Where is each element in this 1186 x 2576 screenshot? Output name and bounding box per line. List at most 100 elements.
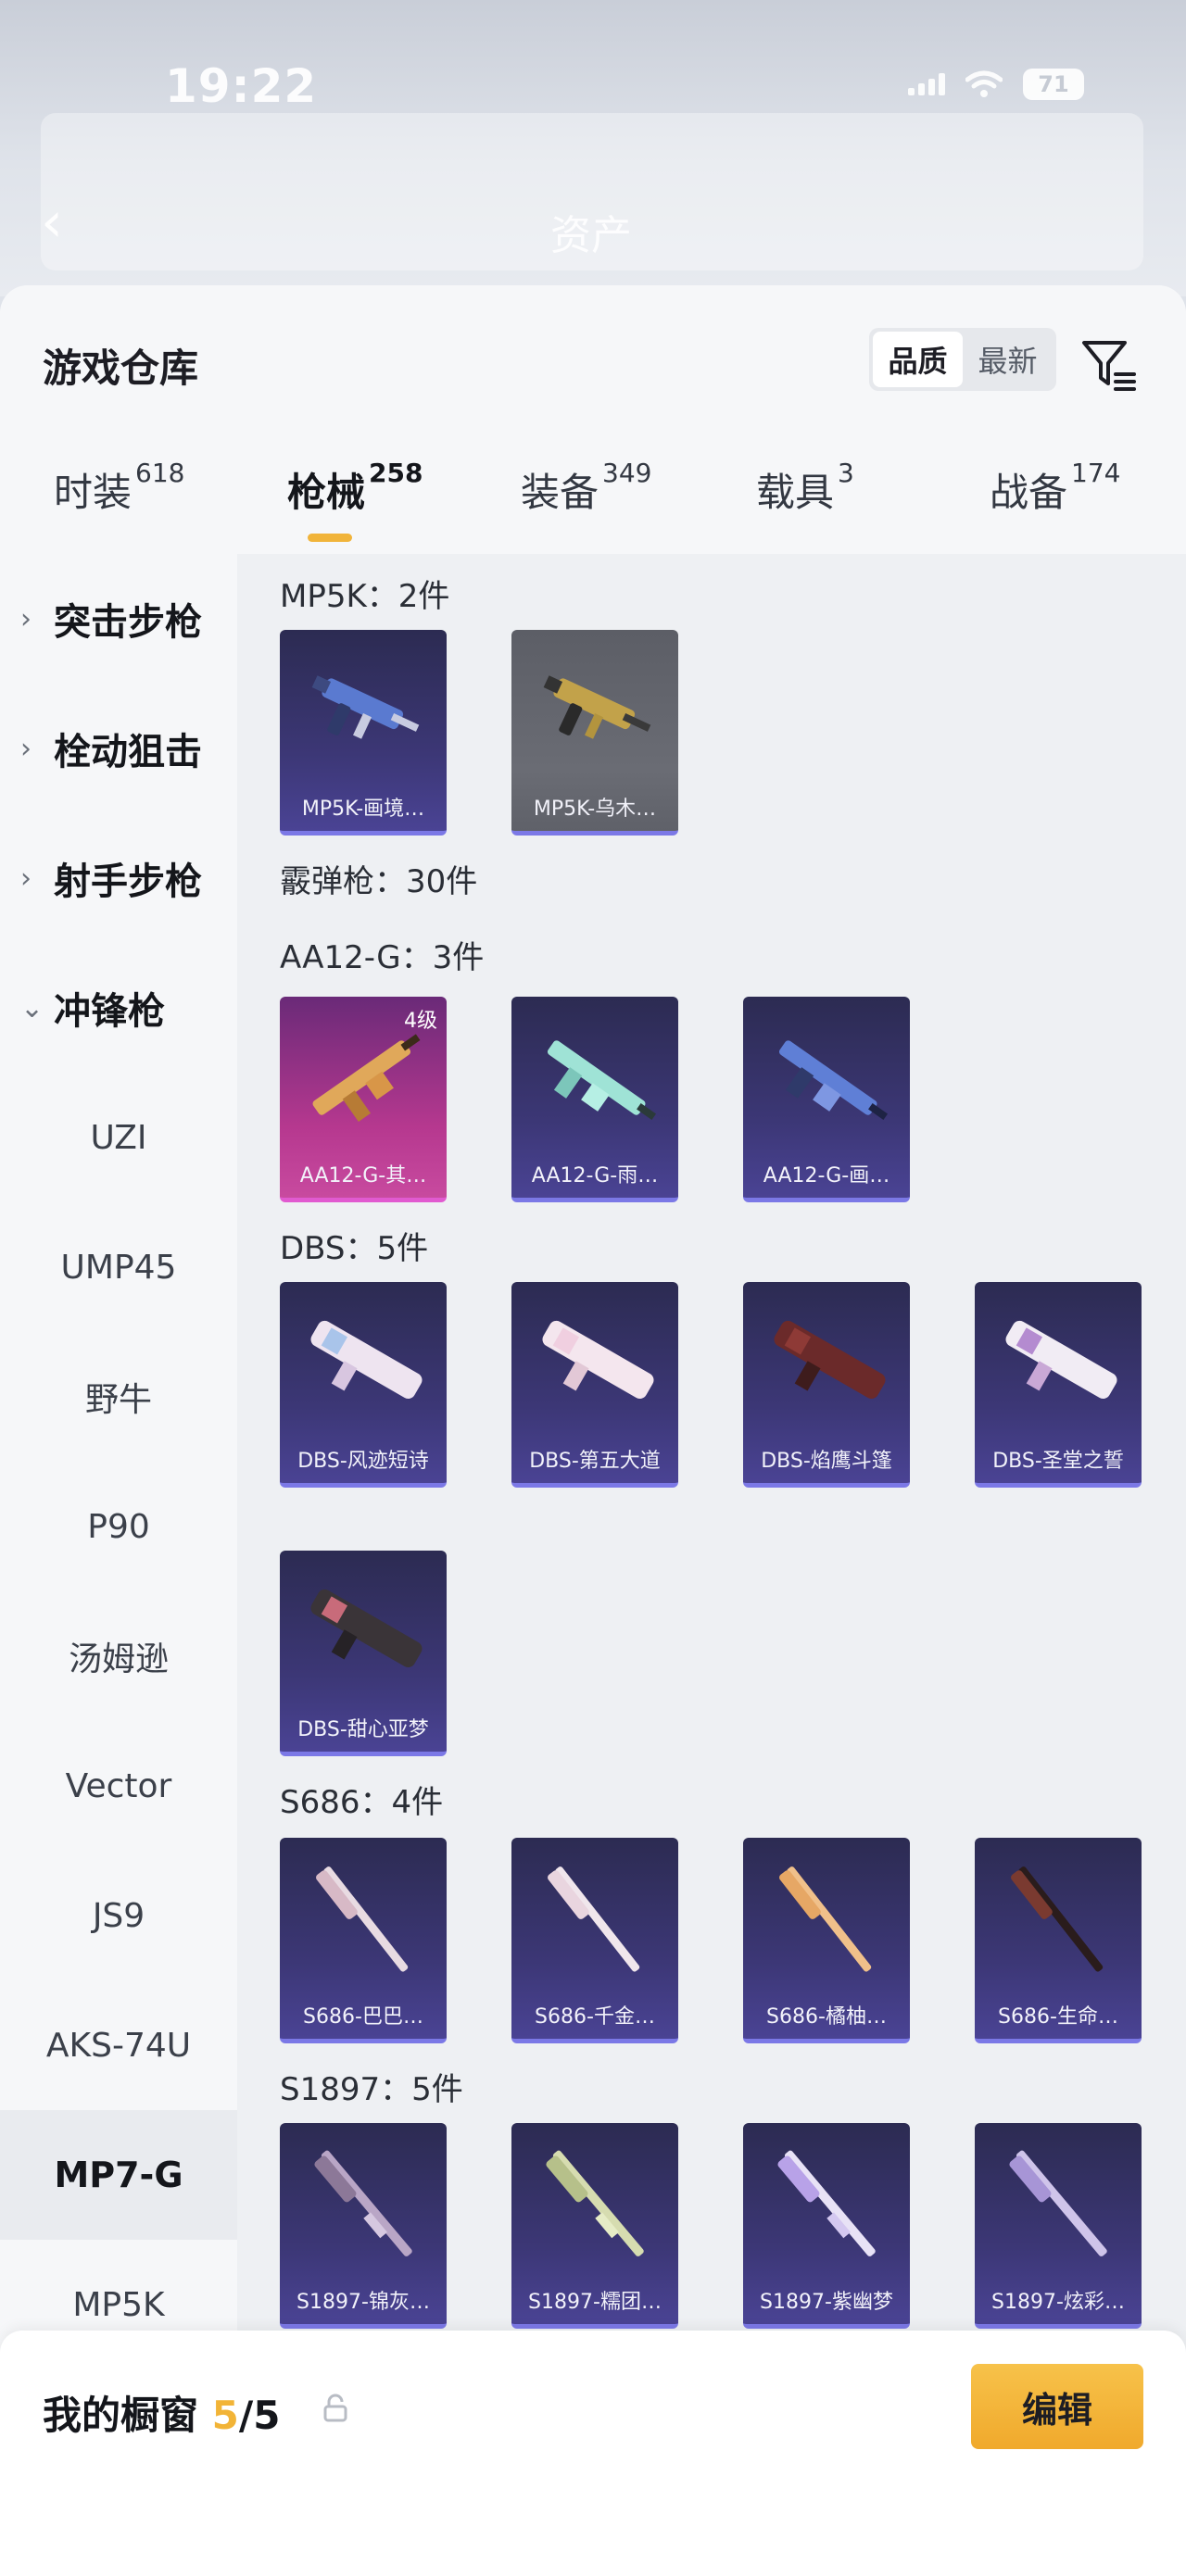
- weapon-name: DBS-焰鹰斗篷: [761, 1450, 892, 1473]
- edit-button[interactable]: 编辑: [971, 2364, 1143, 2449]
- showcase-title: 我的橱窗 5/5: [43, 2384, 280, 2441]
- weapon-name: S1897-糯团…: [528, 2291, 662, 2314]
- sidebar-category-assault-rifles[interactable]: › 突击步枪: [0, 554, 237, 684]
- sort-newest-button[interactable]: 最新: [963, 332, 1053, 387]
- sidebar-item-p90[interactable]: P90: [0, 1462, 237, 1591]
- weapon-grid: MP5K：2件 MP5K-画境… MP5K-乌木… 霰弹枪：30件 AA12-G…: [237, 554, 1186, 2576]
- weapon-card[interactable]: S1897-炫彩…: [975, 2123, 1142, 2329]
- wifi-icon: [965, 70, 1003, 97]
- status-icons: 71: [908, 69, 1084, 100]
- sidebar-item-uzi[interactable]: UZI: [0, 1073, 237, 1202]
- sidebar-item-vector[interactable]: Vector: [0, 1721, 237, 1851]
- bullpup-shotgun-icon: [310, 1320, 423, 1399]
- chevron-down-icon: ⌄: [20, 991, 44, 1024]
- shotgun-icon: [547, 1040, 657, 1121]
- weapon-name: S686-巴巴…: [303, 2005, 423, 2029]
- weapon-card[interactable]: S686-橘柚…: [743, 1838, 910, 2043]
- weapon-card[interactable]: S1897-锦灰…: [280, 2123, 447, 2329]
- weapon-name: DBS-甜心亚梦: [297, 1718, 429, 1741]
- weapon-name: S1897-炫彩…: [991, 2291, 1125, 2314]
- tab-count: 258: [369, 458, 423, 488]
- sidebar-item-aks74u[interactable]: AKS-74U: [0, 1980, 237, 2110]
- weapon-card[interactable]: DBS-风迹短诗: [280, 1282, 447, 1488]
- double-barrel-shotgun-icon: [548, 1866, 640, 1972]
- sidebar-category-label: 射手步枪: [54, 861, 202, 903]
- sidebar-item-bizon[interactable]: 野牛: [0, 1332, 237, 1462]
- weapon-name: S686-橘柚…: [766, 2005, 887, 2029]
- tab-label: 装备: [521, 470, 599, 515]
- tab-vehicles[interactable]: 载具 3: [756, 458, 854, 518]
- group-label-dbs: DBS：5件: [280, 1230, 429, 1267]
- weapon-name: AA12-G-画…: [763, 1164, 890, 1187]
- weapon-name: AA12-G-其…: [299, 1164, 427, 1187]
- sort-quality-button[interactable]: 品质: [873, 332, 963, 387]
- weapon-card[interactable]: DBS-第五大道: [511, 1282, 678, 1488]
- double-barrel-shotgun-icon: [779, 1866, 872, 1972]
- chevron-right-icon: ›: [20, 732, 32, 765]
- weapon-card[interactable]: S686-巴巴…: [280, 1838, 447, 2043]
- lock-icon: [323, 2394, 347, 2422]
- tab-label: 战备: [990, 470, 1068, 515]
- group-label-shotgun: 霰弹枪：30件: [280, 863, 478, 900]
- filter-icon[interactable]: [1079, 333, 1140, 395]
- shotgun-icon: [312, 1034, 421, 1123]
- weapon-card[interactable]: DBS-焰鹰斗篷: [743, 1282, 910, 1488]
- weapon-type-sidebar: › 突击步枪 › 栓动狙击 › 射手步枪 ⌄ 冲锋枪 UZI UMP45 野牛 P90 …: [0, 554, 237, 2576]
- weapon-card[interactable]: AA12-G-雨…: [511, 997, 678, 1202]
- smg-icon: [311, 675, 420, 739]
- sidebar-category-label: 突击步枪: [54, 601, 202, 644]
- tab-count: 174: [1071, 458, 1121, 488]
- showcase-bar: 我的橱窗 5/5 编辑: [0, 2331, 1186, 2576]
- weapon-name: DBS-第五大道: [529, 1450, 661, 1473]
- pump-shotgun-icon: [1009, 2150, 1107, 2256]
- weapon-name: S1897-锦灰…: [296, 2291, 430, 2314]
- weapon-card[interactable]: S1897-紫幽梦: [743, 2123, 910, 2329]
- group-label-aa12: AA12-G：3件: [280, 939, 485, 976]
- sidebar-category-label: 栓动狙击: [54, 731, 202, 773]
- weapon-name: S686-千金…: [535, 2005, 655, 2029]
- showcase-count-total: /5: [238, 2393, 281, 2438]
- bullpup-shotgun-icon: [774, 1320, 886, 1399]
- tab-firearms[interactable]: 枪械 258: [287, 458, 423, 518]
- weapon-card[interactable]: MP5K-画境…: [280, 630, 447, 836]
- weapon-name: S1897-紫幽梦: [760, 2291, 893, 2314]
- weapon-name: DBS-圣堂之誓: [992, 1450, 1124, 1473]
- sidebar-category-smg[interactable]: ⌄ 冲锋枪: [0, 943, 237, 1073]
- pump-shotgun-icon: [314, 2150, 412, 2256]
- double-barrel-shotgun-icon: [1011, 1866, 1104, 1972]
- weapon-card[interactable]: MP5K-乌木…: [511, 630, 678, 836]
- weapon-card[interactable]: AA12-G-画…: [743, 997, 910, 1202]
- tab-equipment[interactable]: 装备 349: [521, 458, 652, 518]
- weapon-card[interactable]: DBS-圣堂之誓: [975, 1282, 1142, 1488]
- sidebar-category-marksman[interactable]: › 射手步枪: [0, 813, 237, 943]
- group-label-s686: S686：4件: [280, 1784, 444, 1821]
- back-arrow-icon[interactable]: ‹: [41, 190, 63, 255]
- weapon-name: AA12-G-雨…: [531, 1164, 659, 1187]
- tab-supplies[interactable]: 战备 174: [990, 458, 1121, 518]
- tab-label: 时装: [54, 470, 132, 515]
- weapon-card[interactable]: S686-千金…: [511, 1838, 678, 2043]
- status-time: 19:22: [165, 59, 318, 113]
- background-title: 资产: [550, 212, 632, 259]
- battery-indicator: 71: [1023, 69, 1084, 100]
- weapon-card[interactable]: S1897-糯团…: [511, 2123, 678, 2329]
- chevron-right-icon: ›: [20, 602, 32, 635]
- weapon-card[interactable]: S686-生命…: [975, 1838, 1142, 2043]
- bullpup-shotgun-icon: [310, 1589, 423, 1667]
- sidebar-item-mp7g[interactable]: MP7-G: [0, 2110, 237, 2240]
- showcase-label: 我的橱窗: [43, 2393, 199, 2438]
- tab-fashion[interactable]: 时装 618: [54, 458, 184, 518]
- weapon-name: MP5K-画境…: [301, 798, 425, 821]
- sidebar-item-ump45[interactable]: UMP45: [0, 1202, 237, 1332]
- pump-shotgun-icon: [777, 2150, 876, 2256]
- shotgun-icon: [778, 1040, 889, 1121]
- weapon-card[interactable]: 4级 AA12-G-其…: [280, 997, 447, 1202]
- weapon-card[interactable]: DBS-甜心亚梦: [280, 1551, 447, 1756]
- tab-count: 349: [602, 458, 652, 488]
- sort-toggle: 品质 最新: [869, 328, 1056, 391]
- sidebar-item-js9[interactable]: JS9: [0, 1851, 237, 1980]
- sidebar-item-thompson[interactable]: 汤姆逊: [0, 1591, 237, 1721]
- sidebar-category-bolt-sniper[interactable]: › 栓动狙击: [0, 684, 237, 813]
- bullpup-shotgun-icon: [542, 1320, 654, 1399]
- smg-icon: [543, 675, 651, 739]
